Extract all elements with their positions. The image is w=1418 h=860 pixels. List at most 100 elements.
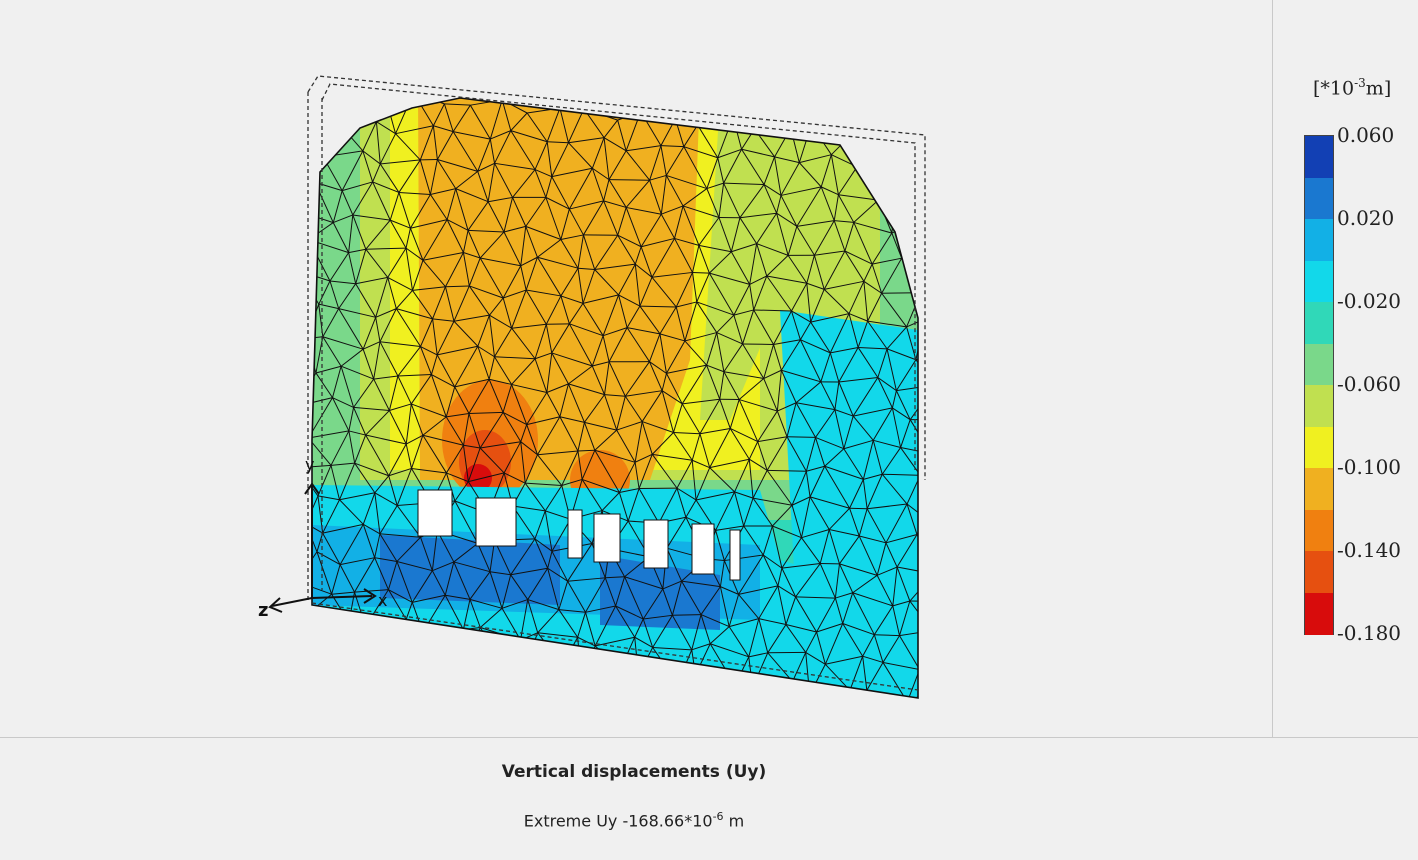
mesh-edge: [447, 657, 467, 664]
mesh-edge: [793, 682, 810, 695]
mesh-edge: [735, 685, 752, 687]
mesh-edge: [935, 175, 945, 204]
plot-caption: Vertical displacements (Uy) Extreme Uy -…: [0, 737, 1418, 860]
mesh-edge: [917, 535, 934, 574]
mesh-edge: [860, 725, 876, 737]
mesh-edge: [468, 627, 481, 657]
mesh-edge: [885, 719, 918, 732]
mesh-edge: [678, 684, 687, 716]
mesh-edge: [297, 613, 308, 647]
mesh-edge: [521, 640, 525, 667]
color-scale-cell: [1305, 551, 1333, 593]
mesh-edge: [828, 723, 840, 737]
mesh-edge: [771, 721, 782, 737]
mesh-edge: [332, 650, 340, 678]
mesh-edge: [447, 664, 456, 697]
mesh-edge: [295, 182, 315, 210]
mesh-edge: [340, 678, 373, 691]
mesh-edge: [678, 675, 696, 684]
mesh-edge: [495, 726, 535, 735]
color-scale-tick-label: -0.100: [1337, 455, 1401, 479]
mesh-edge: [840, 725, 860, 737]
mesh-edge: [581, 678, 601, 708]
mesh-edge: [867, 690, 885, 719]
mesh-edge: [317, 678, 340, 681]
mesh-edge: [524, 665, 562, 667]
mesh-contour-plot[interactable]: y x z: [0, 0, 1272, 737]
mesh-edge: [658, 703, 668, 737]
mesh-edge: [735, 685, 745, 713]
mesh-edge: [868, 131, 888, 166]
mesh-edge: [601, 705, 629, 708]
mesh-edge: [933, 728, 941, 737]
color-scale-cell: [1305, 136, 1333, 178]
mesh-edge: [915, 162, 945, 175]
mesh-edge: [329, 88, 338, 122]
color-scale-cell: [1305, 302, 1333, 344]
mesh-edge: [675, 119, 697, 125]
mesh-edge: [299, 240, 309, 271]
legend-panel: [*10-3m] 0.0600.020-0.020-0.060-0.100-0.…: [1273, 0, 1418, 737]
mesh-edge: [544, 702, 552, 727]
mesh-edge: [308, 613, 349, 622]
mesh-edge: [706, 708, 715, 737]
mesh-edge: [687, 675, 695, 716]
mesh-edge: [544, 695, 571, 702]
mesh-edge: [902, 224, 911, 258]
mesh-edge: [406, 619, 410, 660]
mesh-edge: [924, 661, 941, 694]
mesh-edge: [920, 475, 924, 517]
mesh-edge: [687, 708, 715, 716]
mesh-edge: [658, 684, 678, 704]
model-viewport[interactable]: y x z: [0, 0, 1273, 737]
mesh-edge: [810, 690, 850, 694]
mesh-edge: [338, 122, 376, 123]
mesh-edge: [803, 695, 810, 713]
mesh-edge: [317, 681, 323, 708]
color-scale-cell: [1305, 344, 1333, 386]
mesh-edge: [803, 712, 820, 737]
mesh-edge: [920, 661, 941, 669]
mesh-edge: [431, 688, 456, 698]
mesh-edge: [581, 670, 620, 677]
mesh-edge: [911, 224, 930, 260]
mesh-edge: [340, 660, 353, 679]
mesh-edge: [581, 646, 595, 678]
color-scale-tick-label: -0.140: [1337, 538, 1401, 562]
mesh-edge: [332, 622, 349, 650]
mesh-edge: [363, 719, 380, 721]
mesh-edge: [563, 665, 582, 677]
mesh-edge: [715, 708, 745, 713]
mesh-edge: [297, 582, 309, 614]
color-scale-cell: [1305, 178, 1333, 220]
mesh-edge: [771, 712, 802, 721]
mesh-edge: [477, 689, 487, 722]
mesh-edge: [323, 122, 338, 157]
mesh-edge: [896, 162, 915, 192]
mesh-edge: [468, 657, 488, 689]
mesh-edge: [349, 622, 354, 659]
mesh-edge: [620, 670, 638, 675]
mesh-edge: [920, 670, 924, 694]
mesh-edge: [745, 687, 753, 713]
mesh-edge: [921, 289, 939, 293]
mesh-edge: [924, 486, 940, 517]
mesh-edge: [340, 678, 363, 720]
mesh-edge: [876, 719, 885, 737]
mesh-edge: [398, 684, 420, 716]
mesh-edge: [906, 134, 915, 162]
mesh-edge: [629, 675, 638, 704]
mesh-edge: [888, 162, 915, 166]
mesh-edge: [733, 117, 754, 129]
mesh-edge: [571, 678, 581, 695]
mesh-edge: [638, 675, 657, 703]
mesh-edge: [398, 660, 410, 684]
mesh-edge: [601, 670, 620, 707]
mesh-edge: [910, 601, 950, 602]
mesh-edge: [297, 647, 317, 681]
mesh-edge: [753, 687, 772, 721]
mesh-edge: [349, 622, 366, 626]
mesh-edge: [916, 351, 944, 360]
mesh-edge: [935, 385, 950, 420]
mesh-edge: [487, 689, 494, 726]
